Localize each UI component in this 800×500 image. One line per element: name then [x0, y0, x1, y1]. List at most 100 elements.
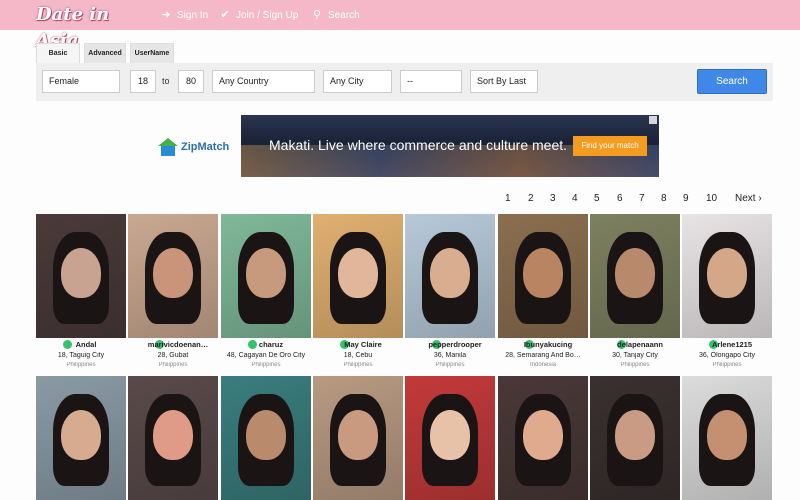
- search-button[interactable]: Search: [697, 69, 767, 94]
- tab-username[interactable]: UserName: [130, 43, 174, 63]
- page-link-3[interactable]: 3: [550, 192, 556, 206]
- profile-name[interactable]: Arlene1215: [682, 340, 772, 352]
- search-icon: ⚲: [312, 9, 322, 21]
- zipmatch-logo[interactable]: ZipMatch: [158, 137, 238, 157]
- next-page-link[interactable]: Next ›: [735, 192, 762, 206]
- next-page-label: Next: [735, 193, 756, 204]
- profile-card[interactable]: [405, 376, 495, 500]
- profile-age-city: 36, Olongapo City: [698, 352, 756, 359]
- search-link-label: Search: [328, 9, 360, 21]
- profile-photo[interactable]: [590, 376, 680, 500]
- profile-grid: Andal 18, Taguig City Philippines marivicdo…: [36, 214, 774, 500]
- profile-age-city: 48, Cagayan De Oro City: [226, 352, 306, 359]
- profile-photo[interactable]: [498, 376, 588, 500]
- profile-country: Philippines: [158, 362, 188, 368]
- profile-card[interactable]: charuz 48, Cagayan De Oro City Philippines: [221, 214, 311, 372]
- profile-age-city: 18, Cebu: [343, 352, 373, 359]
- profile-photo[interactable]: [405, 214, 495, 338]
- search-form: Female 18 to 80 Any Country Any City -- …: [36, 63, 773, 101]
- profile-card[interactable]: [128, 376, 218, 500]
- profile-name[interactable]: pepperdrooper: [405, 340, 495, 352]
- page-link-7[interactable]: 7: [639, 192, 645, 206]
- profile-photo[interactable]: [313, 376, 403, 500]
- profile-photo[interactable]: [682, 214, 772, 338]
- profile-photo[interactable]: [128, 214, 218, 338]
- page-link-10[interactable]: 10: [706, 192, 717, 206]
- site-logo[interactable]: Date in Asia: [36, 2, 118, 51]
- profile-country: Philippines: [712, 362, 742, 368]
- profile-card[interactable]: delapenaann 30, Tanjay City Philippines: [590, 214, 680, 372]
- zipmatch-brand: ZipMatch: [181, 141, 230, 153]
- profile-name[interactable]: charuz: [221, 340, 311, 352]
- profile-card[interactable]: May Claire 18, Cebu Philippines: [313, 214, 403, 372]
- profile-photo[interactable]: [313, 214, 403, 338]
- ad-cta-button[interactable]: Find your match: [573, 136, 647, 156]
- profile-card[interactable]: [221, 376, 311, 500]
- profile-photo[interactable]: [221, 214, 311, 338]
- age-min-select[interactable]: 18: [130, 70, 156, 93]
- ad-banner[interactable]: Makati. Live where commerce and culture …: [241, 115, 659, 177]
- page-link-6[interactable]: 6: [617, 192, 623, 206]
- page-link-5[interactable]: 5: [594, 192, 600, 206]
- ad-choices-icon[interactable]: [649, 116, 657, 124]
- age-max-select[interactable]: 80: [178, 70, 204, 93]
- page-link-2[interactable]: 2: [528, 192, 534, 206]
- profile-photo[interactable]: [590, 214, 680, 338]
- profile-name[interactable]: May Claire: [313, 340, 403, 352]
- sort-select[interactable]: Sort By Last: [470, 70, 538, 93]
- profile-photo[interactable]: [498, 214, 588, 338]
- profile-card[interactable]: marivicdoenan… 28, Gubat Philippines: [128, 214, 218, 372]
- profile-card[interactable]: [590, 376, 680, 500]
- page-link-9[interactable]: 9: [683, 192, 689, 206]
- profile-photo[interactable]: [128, 376, 218, 500]
- profile-photo[interactable]: [682, 376, 772, 500]
- profile-name[interactable]: delapenaann: [590, 340, 680, 352]
- house-icon: [158, 138, 178, 156]
- age-range-separator: to: [162, 76, 170, 86]
- profile-name[interactable]: Ibunyakucing: [498, 340, 588, 352]
- profile-name[interactable]: Andal: [36, 340, 126, 352]
- page-link-1[interactable]: 1: [505, 192, 511, 206]
- profile-age-city: 30, Tanjay City: [612, 352, 658, 359]
- tab-advanced[interactable]: Advanced: [84, 43, 126, 63]
- profile-country: Philippines: [251, 362, 281, 368]
- profile-photo[interactable]: [221, 376, 311, 500]
- profile-name[interactable]: marivicdoenan…: [128, 340, 218, 352]
- profile-card[interactable]: Ibunyakucing 28, Semarang And Bo… Indonesi…: [498, 214, 588, 372]
- join-sign-up-link[interactable]: ✔ Join / Sign Up: [219, 7, 298, 23]
- country-select[interactable]: Any Country: [212, 70, 315, 93]
- profile-country: Philippines: [620, 362, 650, 368]
- profile-photo[interactable]: [36, 376, 126, 500]
- profile-age-city: 36, Manila: [433, 352, 467, 359]
- chevron-right-icon: ›: [758, 193, 762, 204]
- sign-in-icon: ➜: [161, 9, 171, 21]
- search-link[interactable]: ⚲ Search: [311, 7, 360, 23]
- profile-card[interactable]: Andal 18, Taguig City Philippines: [36, 214, 126, 372]
- profile-photo[interactable]: [36, 214, 126, 338]
- join-sign-up-label: Join / Sign Up: [236, 9, 299, 21]
- profile-age-city: 28, Gubat: [157, 352, 189, 359]
- profile-card[interactable]: [682, 376, 772, 500]
- profile-card[interactable]: Arlene1215 36, Olongapo City Philippines: [682, 214, 772, 372]
- page-link-8[interactable]: 8: [661, 192, 667, 206]
- city-select[interactable]: Any City: [323, 70, 392, 93]
- profile-card[interactable]: [36, 376, 126, 500]
- profile-card[interactable]: pepperdrooper 36, Manila Philippines: [405, 214, 495, 372]
- tab-basic[interactable]: Basic: [36, 43, 80, 63]
- profile-country: Philippines: [343, 362, 373, 368]
- profile-age-city: 28, Semarang And Bo…: [505, 352, 581, 359]
- ad-headline: Makati. Live where commerce and culture …: [269, 137, 568, 153]
- profile-card[interactable]: [313, 376, 403, 500]
- profile-country: Philippines: [66, 362, 96, 368]
- checkmark-icon: ✔: [220, 9, 230, 21]
- extra-select[interactable]: --: [400, 70, 462, 93]
- top-navigation-bar: Date in Asia ➜ Sign In ✔ Join / Sign Up …: [0, 0, 800, 51]
- page-link-4[interactable]: 4: [572, 192, 578, 206]
- sign-in-label: Sign In: [177, 9, 209, 21]
- gender-select[interactable]: Female: [42, 70, 120, 93]
- profile-country: Philippines: [435, 362, 465, 368]
- profile-age-city: 18, Taguig City: [57, 352, 105, 359]
- profile-photo[interactable]: [405, 376, 495, 500]
- profile-card[interactable]: [498, 376, 588, 500]
- sign-in-link[interactable]: ➜ Sign In: [160, 7, 208, 23]
